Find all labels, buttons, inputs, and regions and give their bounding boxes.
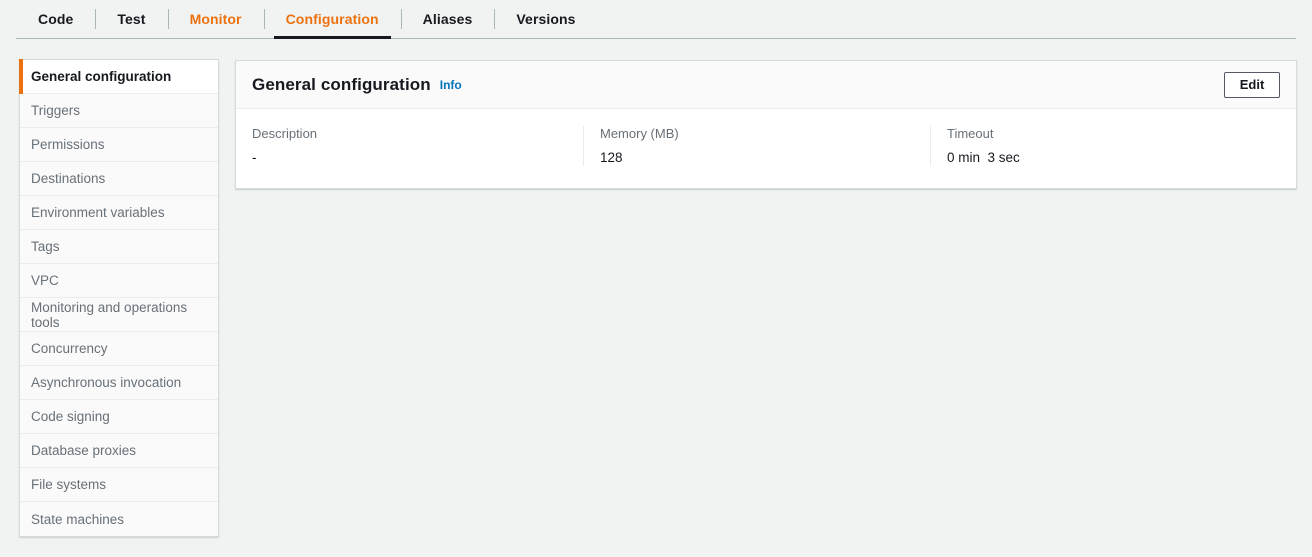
field-value: 0 min 3 sec bbox=[947, 149, 1020, 165]
sidebar-item-label: Triggers bbox=[31, 103, 81, 118]
lambda-configuration-page: Code Test Monitor Configuration Aliases … bbox=[0, 0, 1312, 557]
sidebar-item-vpc[interactable]: VPC bbox=[20, 264, 218, 298]
sidebar-item-label: General configuration bbox=[31, 69, 172, 84]
field-label: Memory (MB) bbox=[600, 126, 679, 141]
card-body: Description - Memory (MB) 128 Timeout 0 … bbox=[236, 109, 1298, 189]
sidebar-item-general-configuration[interactable]: General configuration bbox=[19, 59, 218, 94]
sidebar-item-label: Database proxies bbox=[31, 443, 137, 458]
sidebar-item-triggers[interactable]: Triggers bbox=[20, 94, 218, 128]
tab-code[interactable]: Code bbox=[16, 0, 95, 38]
sidebar-item-label: Destinations bbox=[31, 171, 106, 186]
card-header: General configuration Info Edit bbox=[236, 61, 1296, 109]
tab-versions[interactable]: Versions bbox=[494, 0, 597, 38]
sidebar-item-permissions[interactable]: Permissions bbox=[20, 128, 218, 162]
tab-aliases[interactable]: Aliases bbox=[400, 0, 495, 38]
sidebar-item-label: Asynchronous invocation bbox=[31, 375, 182, 390]
edit-button[interactable]: Edit bbox=[1224, 71, 1280, 98]
info-link[interactable]: Info bbox=[440, 78, 462, 92]
tab-label: Configuration bbox=[285, 11, 379, 27]
tab-monitor[interactable]: Monitor bbox=[167, 0, 264, 38]
sidebar-item-environment-variables[interactable]: Environment variables bbox=[20, 196, 218, 230]
sidebar-item-monitoring-and-operations-tools[interactable]: Monitoring and operations tools bbox=[20, 298, 218, 332]
field-label: Timeout bbox=[947, 126, 994, 141]
sidebar-item-label: Monitoring and operations tools bbox=[31, 299, 188, 330]
sidebar-item-label: Code signing bbox=[31, 409, 110, 424]
sidebar-item-asynchronous-invocation[interactable]: Asynchronous invocation bbox=[20, 366, 218, 400]
sidebar-item-tags[interactable]: Tags bbox=[20, 230, 218, 264]
tab-label: Code bbox=[38, 11, 74, 27]
sidebar-item-label: Permissions bbox=[31, 137, 105, 152]
field-memory: Memory (MB) 128 bbox=[583, 126, 930, 167]
field-value: 128 bbox=[600, 149, 623, 165]
sidebar-item-label: Tags bbox=[31, 239, 60, 254]
sidebar-item-label: VPC bbox=[31, 273, 59, 288]
function-tab-bar: Code Test Monitor Configuration Aliases … bbox=[16, 0, 1296, 39]
sidebar-item-destinations[interactable]: Destinations bbox=[20, 162, 218, 196]
field-label: Description bbox=[252, 126, 318, 141]
general-configuration-card: General configuration Info Edit Descript… bbox=[235, 60, 1298, 190]
page-title: General configuration bbox=[252, 74, 431, 94]
sidebar-item-state-machines[interactable]: State machines bbox=[20, 502, 218, 536]
sidebar-item-database-proxies[interactable]: Database proxies bbox=[20, 434, 218, 468]
tab-test[interactable]: Test bbox=[95, 0, 167, 38]
tab-label: Monitor bbox=[189, 11, 242, 27]
sidebar-item-label: File systems bbox=[31, 477, 107, 492]
field-description: Description - bbox=[236, 126, 583, 166]
sidebar-item-concurrency[interactable]: Concurrency bbox=[20, 332, 218, 366]
sidebar-item-label: State machines bbox=[31, 511, 125, 527]
sidebar-item-code-signing[interactable]: Code signing bbox=[20, 400, 218, 434]
field-value: - bbox=[252, 149, 257, 165]
tab-label: Test bbox=[117, 11, 146, 27]
sidebar-item-file-systems[interactable]: File systems bbox=[20, 468, 218, 502]
tab-label: Versions bbox=[516, 11, 576, 27]
configuration-sidebar: General configuration Triggers Permissio… bbox=[19, 59, 219, 537]
sidebar-item-label: Concurrency bbox=[31, 341, 108, 356]
sidebar-item-label: Environment variables bbox=[31, 205, 165, 220]
tab-label: Aliases bbox=[422, 11, 473, 27]
field-timeout: Timeout 0 min 3 sec bbox=[930, 126, 1298, 167]
tab-configuration[interactable]: Configuration bbox=[263, 0, 401, 39]
